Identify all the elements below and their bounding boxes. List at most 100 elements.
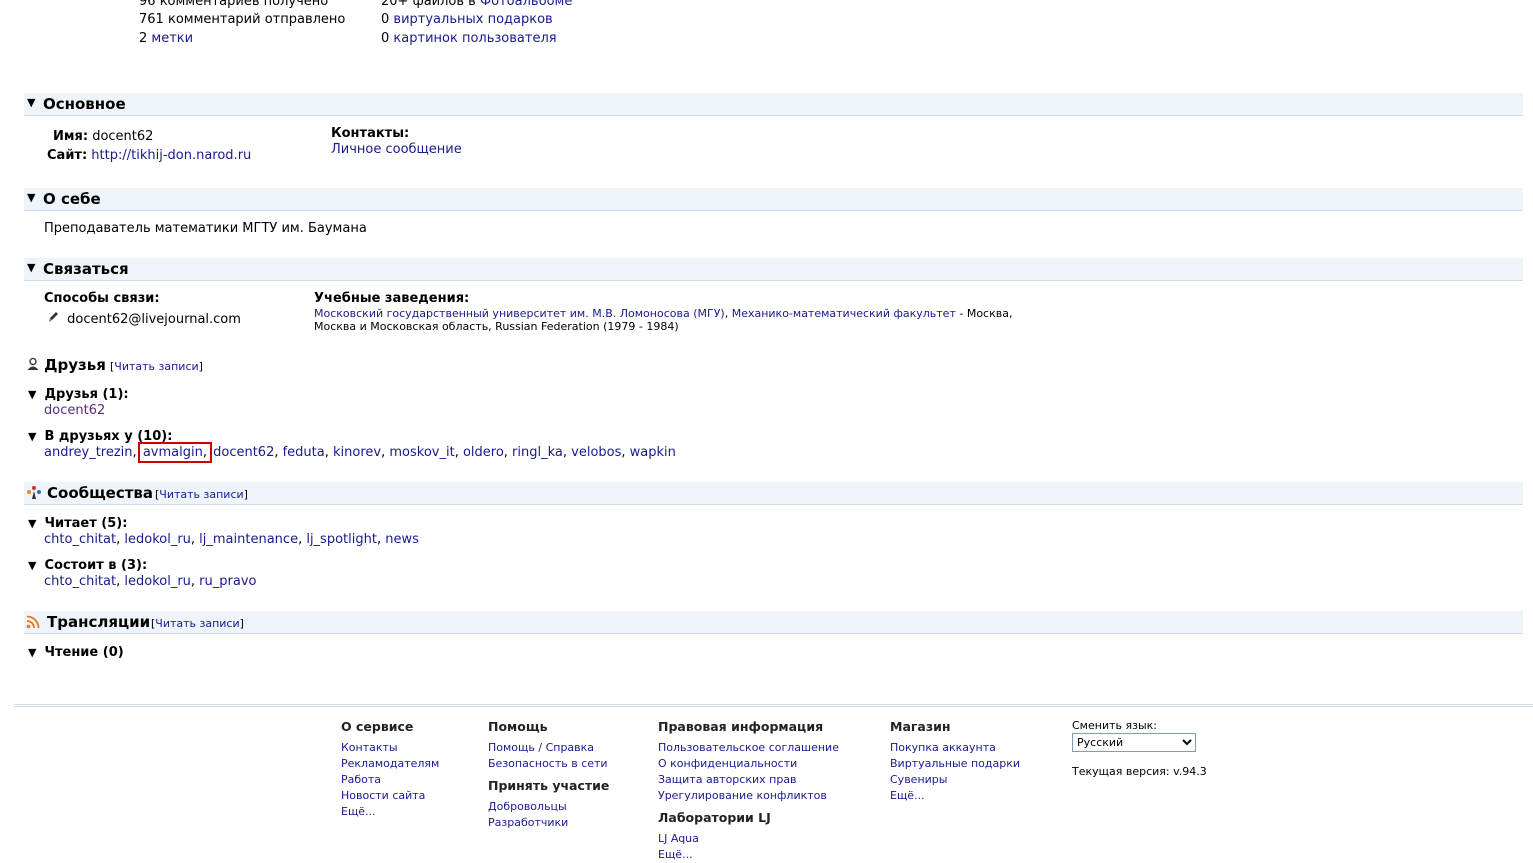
friend-link[interactable]: docent62 xyxy=(44,403,105,418)
reading-subheader[interactable]: ▼ Чтение (0) xyxy=(28,645,124,660)
user-icon xyxy=(27,357,39,370)
friend-of-link[interactable]: wapkin xyxy=(630,445,676,460)
stat-comments-sent: 761 комментарий отправлено xyxy=(139,12,346,27)
footer-link[interactable]: О конфиденциальности xyxy=(658,756,839,772)
stat-photos: 20+ файлов в Фотоальбоме xyxy=(381,0,572,9)
site-link[interactable]: http://tikhij-don.narod.ru xyxy=(91,148,251,163)
collapse-triangle-icon[interactable]: ▼ xyxy=(27,261,35,274)
community-link[interactable]: lj_maintenance xyxy=(199,532,298,547)
footer-link[interactable]: Безопасность в сети xyxy=(488,756,609,772)
reads-subheader[interactable]: ▼ Читает (5): xyxy=(28,516,127,531)
footer-legal-column: Правовая информация Пользовательское сог… xyxy=(658,719,839,863)
footer-link[interactable]: Добровольцы xyxy=(488,799,609,815)
footer-link[interactable]: Сувениры xyxy=(890,772,1020,788)
stat-gifts: 0 виртуальных подарков xyxy=(381,12,553,27)
friends-list: docent62 xyxy=(44,403,105,418)
language-select[interactable]: Русский xyxy=(1072,733,1196,752)
email-row: docent62@livejournal.com xyxy=(47,310,241,327)
friend-of-link[interactable]: kinorev xyxy=(333,445,381,460)
feeds-read-link[interactable]: Читать записи xyxy=(155,617,239,630)
rss-icon xyxy=(26,615,40,629)
footer-link[interactable]: Пользовательское соглашение xyxy=(658,740,839,756)
footer-link[interactable]: Ещё... xyxy=(890,788,1020,804)
language-label: Сменить язык: xyxy=(1072,719,1157,732)
footer-link[interactable]: Урегулирование конфликтов xyxy=(658,788,839,804)
friend-of-subheader[interactable]: ▼ В друзьях у (10): xyxy=(28,429,172,444)
footer-help-column: Помощь Помощь / Справка Безопасность в с… xyxy=(488,719,610,831)
about-text: Преподаватель математики МГТУ им. Бауман… xyxy=(44,221,367,236)
friend-of-link[interactable]: feduta xyxy=(283,445,325,460)
collapse-triangle-icon[interactable]: ▼ xyxy=(28,388,36,401)
schools-label: Учебные заведения: xyxy=(314,291,470,306)
pencil-icon xyxy=(49,312,58,322)
name-value: docent62 xyxy=(92,129,154,144)
friend-of-link[interactable]: andrey_trezin xyxy=(44,445,133,460)
faculty-link[interactable]: Механико-математический факультет xyxy=(732,307,956,320)
section-feeds-header: Трансляции [Читать записи] xyxy=(24,611,1523,634)
collapse-triangle-icon[interactable]: ▼ xyxy=(28,559,36,572)
footer-link[interactable]: Ещё... xyxy=(658,847,839,863)
footer-link[interactable]: Ещё... xyxy=(341,804,439,820)
member-subheader[interactable]: ▼ Состоит в (3): xyxy=(28,558,147,573)
section-basic-header[interactable]: ▼ Основное xyxy=(24,93,1523,116)
footer-link[interactable]: Работа xyxy=(341,772,439,788)
footer-shop-column: Магазин Покупка аккаунта Виртуальные под… xyxy=(890,719,1021,804)
community-link[interactable]: chto_chitat xyxy=(44,574,116,589)
footer-link[interactable]: Новости сайта xyxy=(341,788,439,804)
collapse-triangle-icon[interactable]: ▼ xyxy=(27,191,35,204)
friend-of-link[interactable]: oldero xyxy=(463,445,504,460)
section-contact-header[interactable]: ▼ Связаться xyxy=(24,258,1523,281)
photo-album-link[interactable]: Фотоальбоме xyxy=(480,0,572,9)
friends-header: Друзья [Читать записи] xyxy=(26,356,203,374)
footer-about-column: О сервисе Контакты Рекламодателям Работа… xyxy=(341,719,440,820)
email-value: docent62@livejournal.com xyxy=(67,312,241,327)
section-communities-header: Сообщества [Читать записи] xyxy=(24,482,1523,505)
community-link[interactable]: ledokol_ru xyxy=(124,574,191,589)
member-list: chto_chitat, ledokol_ru, ru_pravo xyxy=(44,574,257,589)
friend-of-link[interactable]: ringl_ka xyxy=(512,445,563,460)
community-link[interactable]: lj_spotlight xyxy=(306,532,377,547)
userpics-link[interactable]: картинок пользователя xyxy=(393,31,556,46)
footer-link[interactable]: Защита авторских прав xyxy=(658,772,839,788)
collapse-triangle-icon[interactable]: ▼ xyxy=(28,646,36,659)
friend-of-link[interactable]: velobos xyxy=(571,445,621,460)
version-text: Текущая версия: v.94.3 xyxy=(1072,765,1207,778)
collapse-triangle-icon[interactable]: ▼ xyxy=(28,430,36,443)
university-link[interactable]: Московский государственный университет и… xyxy=(314,307,725,320)
contact-methods-label: Способы связи: xyxy=(44,291,160,306)
collapse-triangle-icon[interactable]: ▼ xyxy=(27,96,35,109)
private-message-link[interactable]: Личное сообщение xyxy=(331,142,462,157)
communities-read-link[interactable]: Читать записи xyxy=(159,488,243,501)
footer-link[interactable]: Рекламодателям xyxy=(341,756,439,772)
friends-subheader[interactable]: ▼ Друзья (1): xyxy=(28,387,129,402)
footer-link[interactable]: Покупка аккаунта xyxy=(890,740,1020,756)
community-link[interactable]: news xyxy=(385,532,419,547)
friends-read-link[interactable]: Читать записи xyxy=(114,360,198,373)
footer-link[interactable]: Виртуальные подарки xyxy=(890,756,1020,772)
community-link[interactable]: chto_chitat xyxy=(44,532,116,547)
community-link[interactable]: ledokol_ru xyxy=(124,532,191,547)
footer-link[interactable]: Разработчики xyxy=(488,815,609,831)
stat-comments-received: 96 комментариев получено xyxy=(139,0,329,9)
community-link[interactable]: ru_pravo xyxy=(199,574,256,589)
name-row: Имя: docent62 xyxy=(53,129,154,144)
section-about-header[interactable]: ▼ О себе xyxy=(24,188,1523,211)
footer-divider xyxy=(14,704,1533,707)
collapse-triangle-icon[interactable]: ▼ xyxy=(28,517,36,530)
virtual-gifts-link[interactable]: виртуальных подарков xyxy=(393,12,552,27)
site-row: Сайт: http://tikhij-don.narod.ru xyxy=(47,148,252,163)
stat-userpics: 0 картинок пользователя xyxy=(381,31,557,46)
footer-link[interactable]: LJ Aqua xyxy=(658,831,839,847)
tags-link[interactable]: метки xyxy=(151,31,193,46)
footer-link[interactable]: Контакты xyxy=(341,740,439,756)
friend-of-link-highlighted[interactable]: avmalgin xyxy=(143,445,203,460)
footer-link[interactable]: Помощь / Справка xyxy=(488,740,609,756)
section-title: Основное xyxy=(43,95,126,113)
school-entry: Московский государственный университет и… xyxy=(314,307,1013,333)
friend-of-link[interactable]: moskov_it xyxy=(389,445,454,460)
reads-list: chto_chitat, ledokol_ru, lj_maintenance,… xyxy=(44,532,419,547)
friend-of-list: andrey_trezin, avmalgin, docent62, fedut… xyxy=(44,442,676,463)
highlight-box: avmalgin, xyxy=(137,442,212,463)
contacts-label: Контакты: xyxy=(331,126,410,141)
friend-of-link[interactable]: docent62 xyxy=(213,445,274,460)
